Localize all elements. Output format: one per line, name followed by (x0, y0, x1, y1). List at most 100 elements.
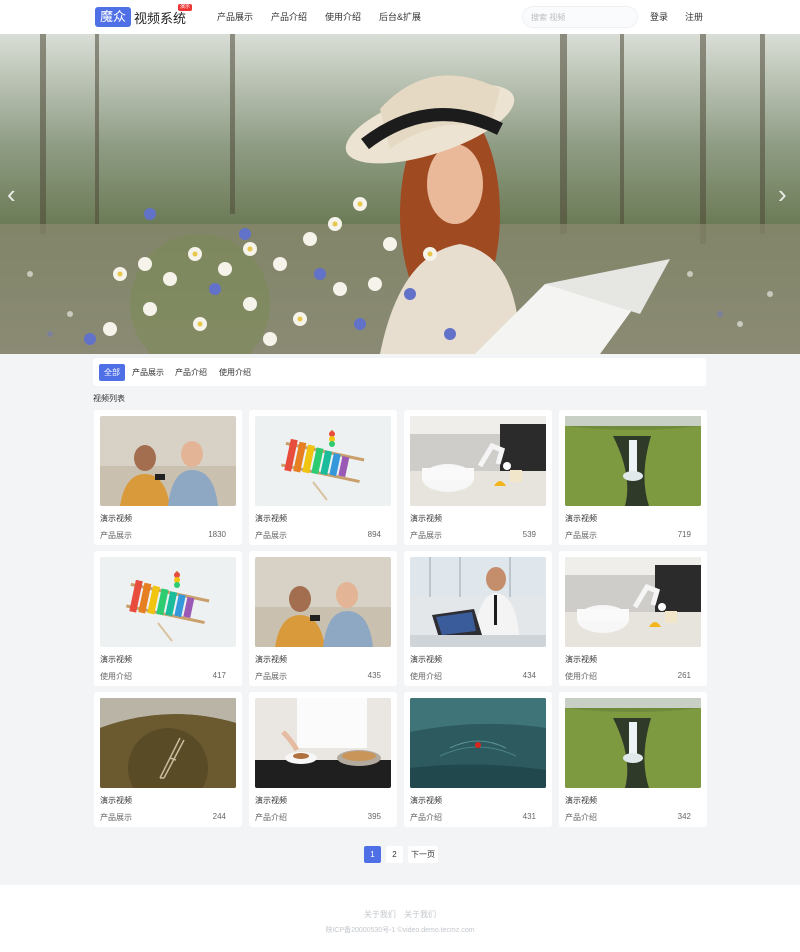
pagination: 1 2 下一页 (364, 846, 443, 863)
section-title: 视频列表 (93, 394, 125, 403)
video-card[interactable]: 演示视频 产品介绍 342 (559, 692, 707, 827)
video-category: 使用介绍 (565, 672, 597, 681)
footer-link-about-2[interactable]: 关于我们 (404, 910, 436, 919)
thumbnail-image-kitchen-robot (410, 416, 546, 506)
video-thumbnail[interactable] (410, 557, 546, 647)
video-card[interactable]: 演示视频 使用介绍 434 (404, 551, 552, 686)
thumbnail-image-sea-swimmer (410, 698, 546, 788)
video-category: 使用介绍 (410, 672, 442, 681)
page-1[interactable]: 1 (364, 846, 381, 863)
video-card[interactable]: 演示视频 产品展示 894 (249, 410, 397, 545)
video-category: 产品展示 (255, 672, 287, 681)
video-card[interactable]: 演示视频 使用介绍 261 (559, 551, 707, 686)
video-category: 产品介绍 (410, 813, 442, 822)
view-count: 417 (212, 671, 226, 680)
video-title[interactable]: 演示视频 (565, 513, 597, 524)
video-card[interactable]: 演示视频 产品展示 539 (404, 410, 552, 545)
logo-box: 魔众 (95, 7, 132, 27)
thumbnail-image-kitchen-robot (565, 557, 701, 647)
filter-usage-intro[interactable]: 使用介绍 (214, 364, 256, 381)
video-card[interactable]: 演示视频 使用介绍 417 (94, 551, 242, 686)
view-count: 1830 (208, 530, 226, 539)
chevron-right-icon[interactable]: › (778, 180, 787, 208)
thumbnail-image-friends-sofa (100, 416, 236, 506)
view-count: 434 (522, 671, 536, 680)
chevron-left-icon[interactable]: ‹ (7, 180, 16, 208)
footer-link-about[interactable]: 关于我们 (364, 910, 396, 919)
video-thumbnail[interactable] (255, 698, 391, 788)
filter-all[interactable]: 全部 (99, 364, 125, 381)
video-title[interactable]: 演示视频 (100, 513, 132, 524)
video-category: 产品介绍 (255, 813, 287, 822)
view-count: 539 (522, 530, 536, 539)
video-title[interactable]: 演示视频 (100, 654, 132, 665)
view-count: 261 (677, 671, 691, 680)
category-filter-bar: 全部 产品展示 产品介绍 使用介绍 (93, 358, 706, 386)
video-card[interactable]: 演示视频 产品展示 1830 (94, 410, 242, 545)
video-thumbnail[interactable] (410, 698, 546, 788)
video-category: 产品展示 (565, 531, 597, 540)
register-link[interactable]: 注册 (685, 0, 703, 34)
video-thumbnail[interactable] (100, 557, 236, 647)
nav-item-product-intro[interactable]: 产品介绍 (271, 0, 307, 34)
video-thumbnail[interactable] (255, 416, 391, 506)
thumbnail-image-aerial-tower (100, 698, 236, 788)
video-thumbnail[interactable] (255, 557, 391, 647)
video-category: 产品介绍 (565, 813, 597, 822)
video-title[interactable]: 演示视频 (255, 513, 287, 524)
logo[interactable]: 魔众 视频系统 演示 (95, 3, 193, 27)
footer-copyright: 陕ICP备20000530号-1 ©video.demo.tecmz.com (325, 927, 475, 934)
video-category: 产品展示 (255, 531, 287, 540)
video-thumbnail[interactable] (565, 698, 701, 788)
nav-item-admin-extend[interactable]: 后台&扩展 (379, 0, 421, 34)
video-title[interactable]: 演示视频 (410, 795, 442, 806)
nav-item-usage-intro[interactable]: 使用介绍 (325, 0, 361, 34)
hero-banner[interactable]: ‹ › (0, 34, 800, 354)
video-card[interactable]: 演示视频 产品展示 435 (249, 551, 397, 686)
demo-badge: 演示 (178, 3, 193, 11)
video-card[interactable]: 演示视频 产品展示 244 (94, 692, 242, 827)
video-title[interactable]: 演示视频 (410, 513, 442, 524)
filter-product-showcase[interactable]: 产品展示 (127, 364, 169, 381)
nav-item-product-showcase[interactable]: 产品展示 (217, 0, 253, 34)
login-link[interactable]: 登录 (650, 0, 668, 34)
view-count: 894 (367, 530, 381, 539)
thumbnail-image-xylophone (100, 557, 236, 647)
filter-product-intro[interactable]: 产品介绍 (170, 364, 212, 381)
next-page-button[interactable]: 下一页 (408, 846, 438, 863)
thumbnail-image-businessman-laptop (410, 557, 546, 647)
video-title[interactable]: 演示视频 (255, 795, 287, 806)
video-card[interactable]: 演示视频 产品介绍 395 (249, 692, 397, 827)
thumbnail-image-xylophone (255, 416, 391, 506)
video-title[interactable]: 演示视频 (255, 654, 287, 665)
view-count: 435 (367, 671, 381, 680)
video-title[interactable]: 演示视频 (100, 795, 132, 806)
view-count: 395 (367, 812, 381, 821)
search-input[interactable] (522, 6, 638, 28)
thumbnail-image-waterfall (565, 698, 701, 788)
video-category: 使用介绍 (100, 672, 132, 681)
video-card[interactable]: 演示视频 产品展示 719 (559, 410, 707, 545)
banner-image (0, 34, 800, 354)
video-title[interactable]: 演示视频 (410, 654, 442, 665)
footer: 关于我们 关于我们 陕ICP备20000530号-1 ©video.demo.t… (0, 885, 800, 952)
view-count: 342 (677, 812, 691, 821)
thumbnail-image-waterfall (565, 416, 701, 506)
video-thumbnail[interactable] (565, 557, 701, 647)
video-thumbnail[interactable] (100, 698, 236, 788)
page-2[interactable]: 2 (386, 846, 403, 863)
video-thumbnail[interactable] (100, 416, 236, 506)
top-header: 魔众 视频系统 演示 产品展示 产品介绍 使用介绍 后台&扩展 登录 注册 (0, 0, 800, 34)
video-category: 产品展示 (100, 813, 132, 822)
view-count: 719 (677, 530, 691, 539)
video-thumbnail[interactable] (565, 416, 701, 506)
view-count: 244 (212, 812, 226, 821)
thumbnail-image-friends-sofa (255, 557, 391, 647)
video-thumbnail[interactable] (410, 416, 546, 506)
video-category: 产品展示 (410, 531, 442, 540)
footer-links: 关于我们 关于我们 (0, 909, 800, 920)
video-title[interactable]: 演示视频 (565, 795, 597, 806)
video-title[interactable]: 演示视频 (565, 654, 597, 665)
thumbnail-image-chef-cooking (255, 698, 391, 788)
video-card[interactable]: 演示视频 产品介绍 431 (404, 692, 552, 827)
